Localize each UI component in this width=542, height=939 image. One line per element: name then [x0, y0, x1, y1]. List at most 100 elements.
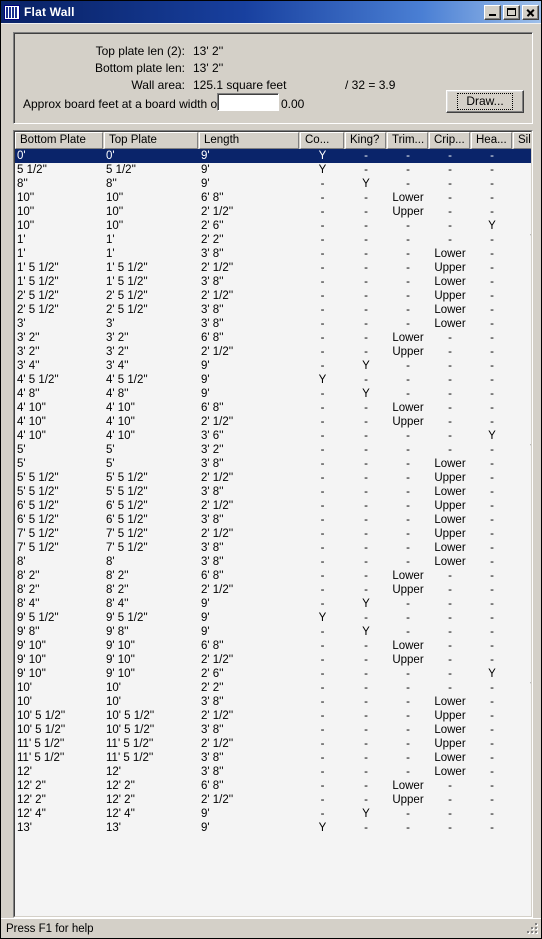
table-cell: 10'' — [17, 192, 35, 204]
table-row[interactable]: 12' 12' 3' 8'' - - - Lower - - — [15, 765, 531, 779]
table-cell: 2' 6'' — [201, 220, 224, 232]
table-cell: 2' 1/2'' — [201, 206, 234, 218]
table-row[interactable]: 11' 5 1/2'' 11' 5 1/2'' 3' 8'' - - - Lower - - — [15, 751, 531, 765]
table-row[interactable]: 2' 5 1/2'' 2' 5 1/2'' 3' 8'' - - - Lower - - — [15, 303, 531, 317]
table-cell: Lower — [434, 304, 466, 316]
resize-grip-icon[interactable] — [525, 923, 539, 937]
table-row[interactable]: 10'' 10'' 6' 8'' - - Lower - - - — [15, 191, 531, 205]
table-cell: - — [406, 542, 410, 554]
table-cell: 12' 2'' — [17, 780, 46, 792]
table-cell: - — [364, 514, 368, 526]
minimize-button[interactable] — [484, 4, 501, 20]
table-row[interactable]: 6' 5 1/2'' 6' 5 1/2'' 2' 1/2'' - - - Upper - - — [15, 499, 531, 513]
table-cell: - — [320, 458, 325, 470]
table-cell: Y — [318, 612, 327, 624]
table-row[interactable]: 8' 4'' 8' 4'' 9' - Y - - - - — [15, 597, 531, 611]
table-cell: - — [448, 780, 452, 792]
table-row[interactable]: 4' 5 1/2'' 4' 5 1/2'' 9' Y - - - - - — [15, 373, 531, 387]
table-row[interactable]: 6' 5 1/2'' 6' 5 1/2'' 3' 8'' - - - Lower - - — [15, 513, 531, 527]
table-row[interactable]: 1' 5 1/2'' 1' 5 1/2'' 2' 1/2'' - - - Upper - - — [15, 261, 531, 275]
table-row[interactable]: 9' 8'' 9' 8'' 9' - Y - - - - — [15, 625, 531, 639]
column-header-length[interactable]: Length — [199, 132, 299, 149]
column-header-co[interactable]: Co... — [300, 132, 344, 149]
table-row[interactable]: 8' 2'' 8' 2'' 2' 1/2'' - - Upper - - - — [15, 583, 531, 597]
title-bar[interactable]: Flat Wall — [1, 1, 541, 23]
table-row[interactable]: 12' 2'' 12' 2'' 6' 8'' - - Lower - - - — [15, 779, 531, 793]
table-row[interactable]: 1' 1' 3' 8'' - - - Lower - - — [15, 247, 531, 261]
table-row[interactable]: 10' 5 1/2'' 10' 5 1/2'' 3' 8'' - - - Lower - - — [15, 723, 531, 737]
table-cell: - — [406, 318, 410, 330]
table-cell: - — [320, 542, 325, 554]
table-row[interactable]: 3' 2'' 3' 2'' 6' 8'' - - Lower - - - — [15, 331, 531, 345]
table-row[interactable]: 4' 10'' 4' 10'' 6' 8'' - - Lower - - - — [15, 401, 531, 415]
table-row[interactable]: 9' 10'' 9' 10'' 6' 8'' - - Lower - - - — [15, 639, 531, 653]
table-row[interactable]: 5' 5 1/2'' 5' 5 1/2'' 2' 1/2'' - - - Upper - - — [15, 471, 531, 485]
table-cell: 8' — [17, 556, 26, 568]
table-row[interactable]: 8'' 8'' 9' - Y - - - - — [15, 177, 531, 191]
table-row[interactable]: 5 1/2'' 5 1/2'' 9' Y - - - - - — [15, 163, 531, 177]
column-header-bottomplate[interactable]: Bottom Plate — [15, 132, 103, 149]
table-cell: - — [513, 275, 531, 289]
table-cell: - — [364, 500, 368, 512]
stud-list[interactable]: Bottom Plate Top Plate Length Co... King? Tri… — [14, 131, 532, 917]
table-cell: Lower — [392, 780, 424, 792]
table-row[interactable]: 5' 5' 3' 8'' - - - Lower - - — [15, 457, 531, 471]
table-row[interactable]: 5' 5' 3' 2'' - - - - - Y — [15, 443, 531, 457]
table-row[interactable]: 10' 5 1/2'' 10' 5 1/2'' 2' 1/2'' - - - Upper - - — [15, 709, 531, 723]
table-cell: 3' 2'' — [17, 346, 40, 358]
table-row[interactable]: 8' 8' 3' 8'' - - - Lower - - — [15, 555, 531, 569]
table-row[interactable]: 1' 5 1/2'' 1' 5 1/2'' 3' 8'' - - - Lower - - — [15, 275, 531, 289]
column-header-sill[interactable]: Sill? — [513, 132, 531, 149]
table-row[interactable]: 9' 10'' 9' 10'' 2' 1/2'' - - Upper - - - — [15, 653, 531, 667]
table-cell: 3' 2'' — [17, 332, 40, 344]
table-cell: 1' — [106, 248, 115, 260]
table-cell: - — [513, 793, 531, 807]
column-header-topplate[interactable]: Top Plate — [104, 132, 198, 149]
table-cell: - — [490, 304, 494, 316]
table-cell: - — [364, 206, 368, 218]
table-header-row: Bottom Plate Top Plate Length Co... King? Tri… — [15, 132, 531, 149]
table-row[interactable]: 3' 2'' 3' 2'' 2' 1/2'' - - Upper - - - — [15, 345, 531, 359]
table-row[interactable]: 9' 5 1/2'' 9' 5 1/2'' 9' Y - - - - - — [15, 611, 531, 625]
table-row[interactable]: 13' 13' 9' Y - - - - - — [15, 821, 531, 835]
table-cell: - — [513, 695, 531, 709]
table-cell: - — [448, 178, 452, 190]
table-row[interactable]: 3' 3' 3' 8'' - - - Lower - - — [15, 317, 531, 331]
table-cell: - — [513, 345, 531, 359]
table-row[interactable]: 9' 10'' 9' 10'' 2' 6'' - - - - Y - — [15, 667, 531, 681]
column-header-hea[interactable]: Hea... — [471, 132, 512, 149]
table-row[interactable]: 11' 5 1/2'' 11' 5 1/2'' 2' 1/2'' - - - Upper - - — [15, 737, 531, 751]
table-cell: - — [320, 794, 325, 806]
table-row[interactable]: 4' 10'' 4' 10'' 2' 1/2'' - - Upper - - - — [15, 415, 531, 429]
table-row[interactable]: 7' 5 1/2'' 7' 5 1/2'' 2' 1/2'' - - - Upper - - — [15, 527, 531, 541]
table-row[interactable]: 1' 1' 2' 2'' - - - - - Y — [15, 233, 531, 247]
column-header-crip[interactable]: Crip... — [429, 132, 470, 149]
table-row[interactable]: 0' 0' 9' Y - - - - - — [15, 149, 531, 163]
table-row[interactable]: 3' 4'' 3' 4'' 9' - Y - - - - — [15, 359, 531, 373]
table-row[interactable]: 10' 10' 3' 8'' - - - Lower - - — [15, 695, 531, 709]
table-cell: - — [513, 191, 531, 205]
table-row[interactable]: 4' 10'' 4' 10'' 3' 6'' - - - - Y - — [15, 429, 531, 443]
table-row[interactable]: 12' 4'' 12' 4'' 9' - Y - - - - — [15, 807, 531, 821]
table-row[interactable]: 5' 5 1/2'' 5' 5 1/2'' 3' 8'' - - - Lower - - — [15, 485, 531, 499]
maximize-button[interactable] — [503, 4, 520, 20]
table-row[interactable]: 12' 2'' 12' 2'' 2' 1/2'' - - Upper - - - — [15, 793, 531, 807]
table-cell: 3' 8'' — [201, 318, 224, 330]
table-row[interactable]: 4' 8'' 4' 8'' 9' - Y - - - - — [15, 387, 531, 401]
table-row[interactable]: 8' 2'' 8' 2'' 6' 8'' - - Lower - - - — [15, 569, 531, 583]
table-body[interactable]: 0'0'9'Y-----5 1/2''5 1/2''9'Y-----8''8''… — [15, 149, 531, 916]
table-row[interactable]: 2' 5 1/2'' 2' 5 1/2'' 2' 1/2'' - - - Upper - - — [15, 289, 531, 303]
draw-button[interactable]: Draw... — [446, 90, 524, 113]
table-cell: 3' — [17, 318, 26, 330]
table-row[interactable]: 10'' 10'' 2' 6'' - - - - Y - — [15, 219, 531, 233]
column-header-trim[interactable]: Trim... — [387, 132, 428, 149]
column-header-king[interactable]: King? — [345, 132, 386, 149]
table-row[interactable]: 10'' 10'' 2' 1/2'' - - Upper - - - — [15, 205, 531, 219]
board-width-input[interactable] — [217, 93, 279, 111]
table-cell: 8' 4'' — [106, 598, 129, 610]
close-button[interactable] — [522, 4, 539, 20]
table-cell: - — [364, 556, 368, 568]
table-row[interactable]: 7' 5 1/2'' 7' 5 1/2'' 3' 8'' - - - Lower - - — [15, 541, 531, 555]
table-cell: - — [490, 150, 494, 162]
table-row[interactable]: 10' 10' 2' 2'' - - - - - Y — [15, 681, 531, 695]
